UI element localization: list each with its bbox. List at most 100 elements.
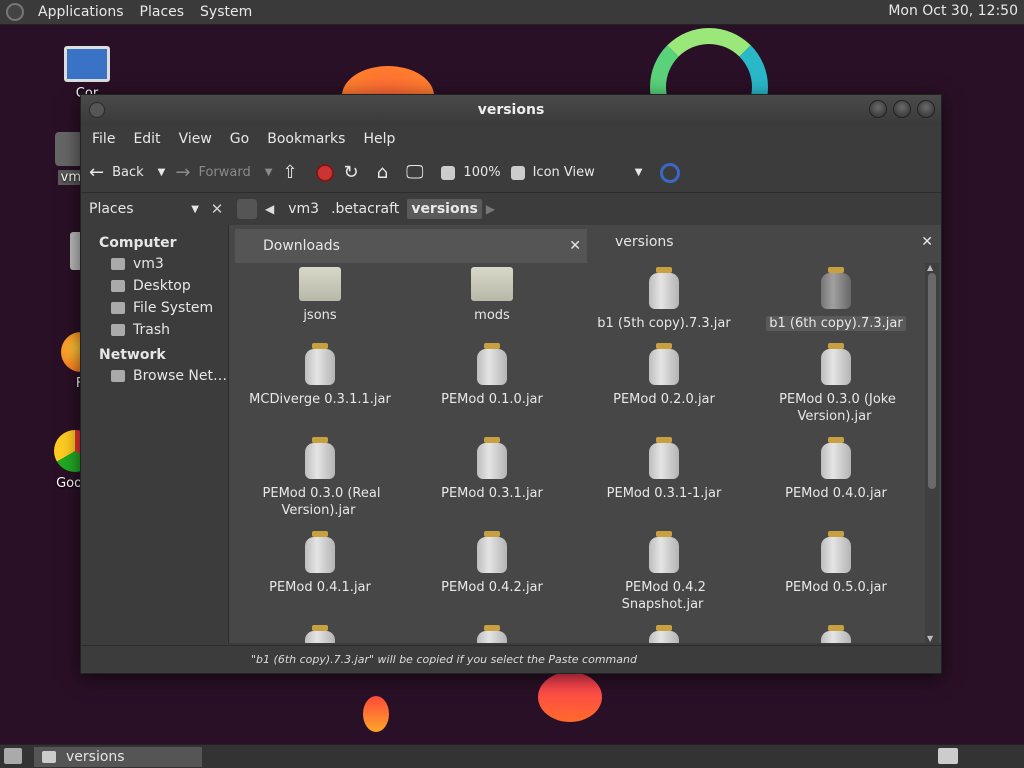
menu-applications[interactable]: Applications (30, 4, 132, 20)
breadcrumb-item-current[interactable]: versions (407, 199, 482, 219)
close-tab-icon[interactable]: ✕ (569, 238, 581, 254)
menu-bookmarks[interactable]: Bookmarks (258, 131, 354, 147)
file-item[interactable]: PEMod 0.1.0.jar (412, 343, 572, 408)
file-item[interactable]: PEMod 0.4.0.jar (756, 437, 916, 502)
file-item[interactable]: PEMod 0.3.1-1.jar (584, 437, 744, 502)
maximize-button[interactable] (893, 100, 911, 118)
sidebar-item-trash[interactable]: Trash (81, 319, 228, 341)
close-button[interactable] (917, 100, 935, 118)
file-name: PEMod 0.2.0.jar (613, 392, 715, 407)
folder-icon (299, 267, 341, 301)
forward-dropdown-icon[interactable]: ▼ (265, 167, 273, 178)
file-item[interactable]: PEMod 0.4.2 Snapshot.jar (584, 531, 744, 613)
file-item[interactable]: PEMod 0.4.2.jar (412, 531, 572, 596)
tab-downloads[interactable]: Downloads ✕ (235, 229, 587, 263)
window-body: Computer vm3 Desktop File System Trash N… (81, 225, 941, 643)
vertical-scrollbar[interactable]: ▲ ▼ (925, 263, 939, 643)
file-name: PEMod 0.4.1.jar (269, 580, 371, 595)
view-mode-select[interactable]: Icon View ▼ (510, 165, 643, 180)
close-sidebar-icon[interactable]: ✕ (207, 200, 227, 218)
scroll-up-icon[interactable]: ▲ (927, 263, 933, 272)
menu-edit[interactable]: Edit (124, 131, 169, 147)
workspace-switcher-icon[interactable] (938, 748, 958, 764)
clock[interactable]: Mon Oct 30, 12:50 (888, 3, 1018, 19)
file-item-partial[interactable] (584, 625, 744, 643)
file-item-partial[interactable] (756, 625, 916, 643)
home-button[interactable]: ⌂ (377, 162, 396, 183)
sidebar-heading: Network (99, 347, 166, 363)
tab-label: Downloads (263, 238, 340, 254)
show-desktop-icon[interactable] (4, 748, 22, 764)
up-button[interactable]: ⇧ (282, 162, 305, 183)
zoom-value: 100% (463, 165, 501, 180)
search-button[interactable] (660, 162, 681, 183)
file-item[interactable]: PEMod 0.5.0.jar (756, 531, 916, 596)
file-item[interactable]: MCDiverge 0.3.1.1.jar (240, 343, 400, 408)
edit-location-icon[interactable] (237, 199, 257, 219)
file-grid: jsons mods b1 (5th copy).7.3.jar b1 (6th… (235, 263, 927, 643)
jar-file-icon (303, 343, 337, 385)
menu-go[interactable]: Go (221, 131, 258, 147)
sidebar-item-vm3[interactable]: vm3 (81, 253, 228, 275)
back-button[interactable]: ← Back ▼ (89, 162, 165, 183)
file-item[interactable]: PEMod 0.3.0 (Joke Version).jar (756, 343, 916, 425)
reload-button[interactable]: ↻ (344, 162, 367, 183)
wallpaper-shape (538, 672, 602, 722)
desktop-computer[interactable]: Cor (52, 46, 122, 101)
top-panel: Applications Places System Mon Oct 30, 1… (0, 0, 1024, 25)
file-item[interactable]: PEMod 0.3.0 (Real Version).jar (240, 437, 400, 519)
chevron-down-icon: ▼ (191, 203, 199, 215)
window-menu-button[interactable] (89, 102, 105, 118)
zoom-in-icon[interactable] (510, 165, 525, 180)
sidebar-places-select[interactable]: Places ▼ (85, 197, 203, 221)
chevron-down-icon: ▼ (634, 167, 643, 178)
sidebar-item-file-system[interactable]: File System (81, 297, 228, 319)
file-item[interactable]: b1 (5th copy).7.3.jar (584, 267, 744, 332)
file-name: PEMod 0.4.0.jar (785, 486, 887, 501)
file-item[interactable]: mods (412, 267, 572, 324)
home-icon (111, 258, 125, 270)
file-item[interactable]: PEMod 0.3.1.jar (412, 437, 572, 502)
close-tab-icon[interactable]: ✕ (921, 234, 933, 250)
system-logo-icon[interactable] (6, 3, 24, 21)
view-mode-value: Icon View (532, 165, 595, 180)
stop-button[interactable] (315, 163, 334, 182)
file-item[interactable]: PEMod 0.4.1.jar (240, 531, 400, 596)
file-item-selected[interactable]: b1 (6th copy).7.3.jar (756, 267, 916, 332)
scrollbar-thumb[interactable] (928, 273, 936, 489)
window-titlebar[interactable]: versions (81, 95, 941, 125)
zoom-out-icon[interactable] (441, 165, 456, 180)
back-label: Back (112, 165, 144, 180)
sidebar-item-label: Browse Net… (133, 368, 228, 384)
file-name: PEMod 0.3.0 (Joke Version).jar (779, 392, 896, 424)
computer-button[interactable]: 🖵 (406, 162, 431, 183)
menu-system[interactable]: System (192, 4, 260, 20)
breadcrumb-item[interactable]: .betacraft (327, 199, 403, 219)
bottom-panel: versions (0, 744, 1024, 768)
menu-help[interactable]: Help (354, 131, 404, 147)
forward-button[interactable]: → Forward ▼ (175, 162, 272, 183)
breadcrumb-right-icon[interactable]: ▶ (486, 202, 495, 216)
minimize-button[interactable] (869, 100, 887, 118)
menu-file[interactable]: File (83, 131, 124, 147)
sidebar-item-desktop[interactable]: Desktop (81, 275, 228, 297)
folder-icon (471, 267, 513, 301)
file-item-partial[interactable] (412, 625, 572, 643)
breadcrumb-item[interactable]: vm3 (284, 199, 323, 219)
back-dropdown-icon[interactable]: ▼ (158, 167, 166, 178)
taskbar-item-versions[interactable]: versions (34, 747, 202, 767)
file-item[interactable]: PEMod 0.2.0.jar (584, 343, 744, 408)
zoom-level[interactable]: 100% (441, 165, 501, 180)
places-sidebar: Computer vm3 Desktop File System Trash N… (81, 225, 229, 643)
menu-places[interactable]: Places (132, 4, 193, 20)
tab-versions[interactable]: versions ✕ (587, 225, 939, 259)
menu-view[interactable]: View (170, 131, 221, 147)
scroll-down-icon[interactable]: ▼ (927, 634, 933, 643)
file-item-partial[interactable] (240, 625, 400, 643)
file-item[interactable]: jsons (240, 267, 400, 324)
file-name: PEMod 0.1.0.jar (441, 392, 543, 407)
sidebar-item-browse-network[interactable]: Browse Net… (81, 365, 228, 387)
breadcrumb-left-icon[interactable]: ◀ (265, 202, 274, 216)
network-icon (111, 370, 125, 382)
breadcrumb: ◀ vm3 .betacraft versions ▶ (237, 199, 505, 219)
